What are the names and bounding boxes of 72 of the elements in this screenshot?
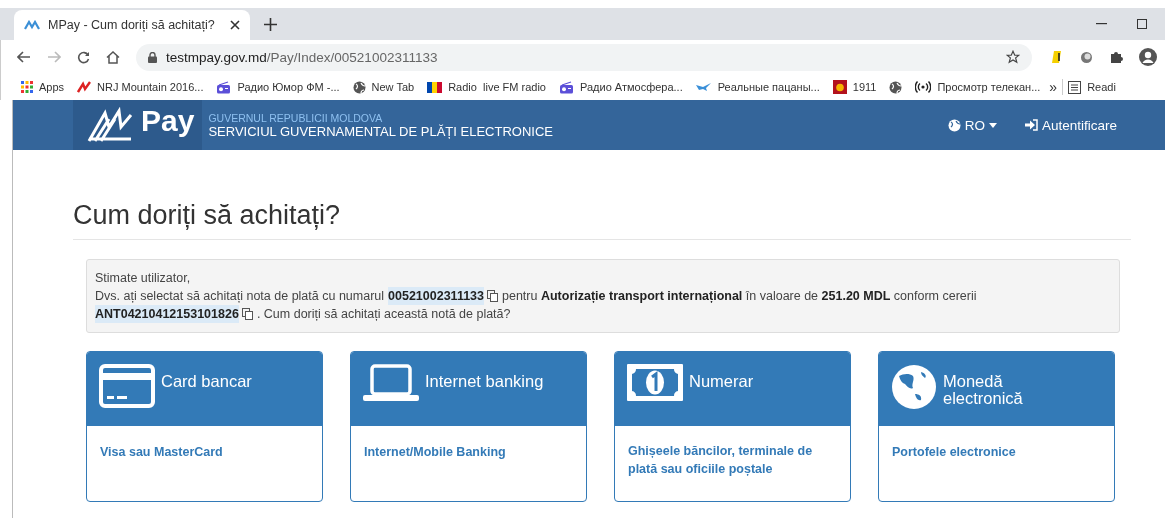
card-title: Numerar [689, 371, 755, 390]
bookmark-item[interactable]: Радио Юмор ФМ -... [216, 80, 340, 94]
circle-extension-icon[interactable] [1080, 50, 1093, 64]
bookmark-item[interactable]: Просмотр телекан... [915, 81, 1041, 93]
puzzle-icon[interactable] [1109, 50, 1123, 64]
bookmark-item[interactable]: New Tab [352, 80, 415, 94]
maximize-icon[interactable] [1137, 19, 1147, 29]
payment-method-card[interactable]: Monedă electronică Portofele electronice [878, 351, 1115, 502]
login-link[interactable]: Autentificare [1024, 117, 1117, 133]
broadcast-icon [915, 81, 932, 93]
globe-icon [891, 364, 937, 410]
grid-icon [21, 81, 33, 93]
card-title: Card bancar [161, 371, 253, 390]
laptop-icon [363, 364, 419, 401]
globe-icon [947, 118, 961, 132]
copy-icon[interactable] [487, 290, 498, 302]
minimize-icon[interactable] [1096, 23, 1107, 25]
card-title: Monedă electronică [943, 371, 1024, 407]
reload-icon[interactable] [77, 50, 90, 64]
back-icon[interactable] [17, 51, 31, 63]
reference-number: ANT04210412153101826 [95, 305, 239, 323]
logo-icon [24, 20, 40, 30]
address-field[interactable]: testmpay.gov.md/Pay/Index/00521002311133 [136, 43, 1032, 71]
language-menu[interactable]: RO [947, 117, 997, 133]
sign-in-icon [1024, 119, 1038, 131]
payment-method-card[interactable]: Card bancar Visa sau MasterCard [86, 351, 323, 502]
payment-option-link[interactable]: Internet/Mobile Banking [364, 443, 506, 461]
bookmark-item[interactable]: 1911 [832, 80, 877, 94]
greeting-text: Stimate utilizator, [95, 270, 191, 287]
card-title: Internet banking [425, 371, 545, 390]
bookmark-item[interactable]: NRJ Mountain 2016... [77, 81, 204, 93]
more-bookmarks-button[interactable]: » [1049, 79, 1058, 95]
badge-icon [832, 80, 847, 94]
radio-icon [216, 80, 232, 94]
mpay-logo[interactable]: Pay [73, 100, 203, 150]
page-heading: Cum doriți să achitați? [73, 200, 1131, 240]
star-icon[interactable] [1006, 50, 1020, 64]
browser-tab[interactable]: MPay - Cum doriți să achitați? [14, 10, 250, 40]
bookmark-item[interactable]: Apps [21, 81, 65, 93]
home-icon[interactable] [106, 50, 120, 64]
service-name: SERVICIUL GUVERNAMENTAL DE PLĂȚI ELECTRONICE [208, 123, 553, 139]
globe-icon [889, 80, 903, 94]
payment-option-link[interactable]: Visa sau MasterCard [100, 443, 223, 461]
new-tab-icon[interactable] [264, 17, 277, 31]
bookmark-item[interactable]: Radio live FM radio [427, 81, 546, 93]
payment-method-card[interactable]: Numerar Ghișeele băncilor, terminale de plată sau oficiile poștale [614, 351, 851, 502]
list-icon [1068, 80, 1082, 94]
bird-icon [695, 82, 712, 92]
message-text: . Cum doriți să achitați această notă de plată? [256, 306, 511, 323]
bookmark-extension-icon[interactable] [1052, 50, 1064, 64]
message-text: Dvs. ați selectat să achitați nota de plată cu numarul [95, 288, 385, 305]
close-icon[interactable] [230, 20, 240, 30]
reference-number: 00521002311133 [388, 287, 484, 305]
organization-name: GUVERNUL REPUBLICII MOLDOVA [208, 111, 384, 124]
banknote-icon [627, 364, 683, 401]
globe-icon [352, 80, 366, 94]
bookmark-item[interactable]: Реальные пацаны... [695, 81, 820, 93]
payment-option-link[interactable]: Ghișeele băncilor, terminale de plată sau oficiile poștale [628, 442, 838, 478]
logo-icon [77, 81, 92, 93]
flag-icon [427, 81, 443, 93]
bookmark-item[interactable]: Радио Атмосфера... [559, 80, 683, 94]
payment-method-card[interactable]: Internet banking Internet/Mobile Banking [350, 351, 587, 502]
payment-option-link[interactable]: Portofele electronice [892, 443, 1016, 461]
copy-icon[interactable] [241, 308, 253, 320]
credit-card-icon [99, 364, 155, 408]
bookmark-item[interactable] [889, 80, 903, 94]
lock-icon [148, 51, 157, 63]
avatar-icon[interactable] [1139, 48, 1157, 66]
message-text: pentru Autorizație transport internațional în valoare de 251.20 MDL conform cererii [502, 288, 977, 305]
caret-icon [988, 122, 997, 128]
reading-list-item[interactable]: Readi [1068, 80, 1116, 94]
radio-icon [559, 80, 574, 94]
